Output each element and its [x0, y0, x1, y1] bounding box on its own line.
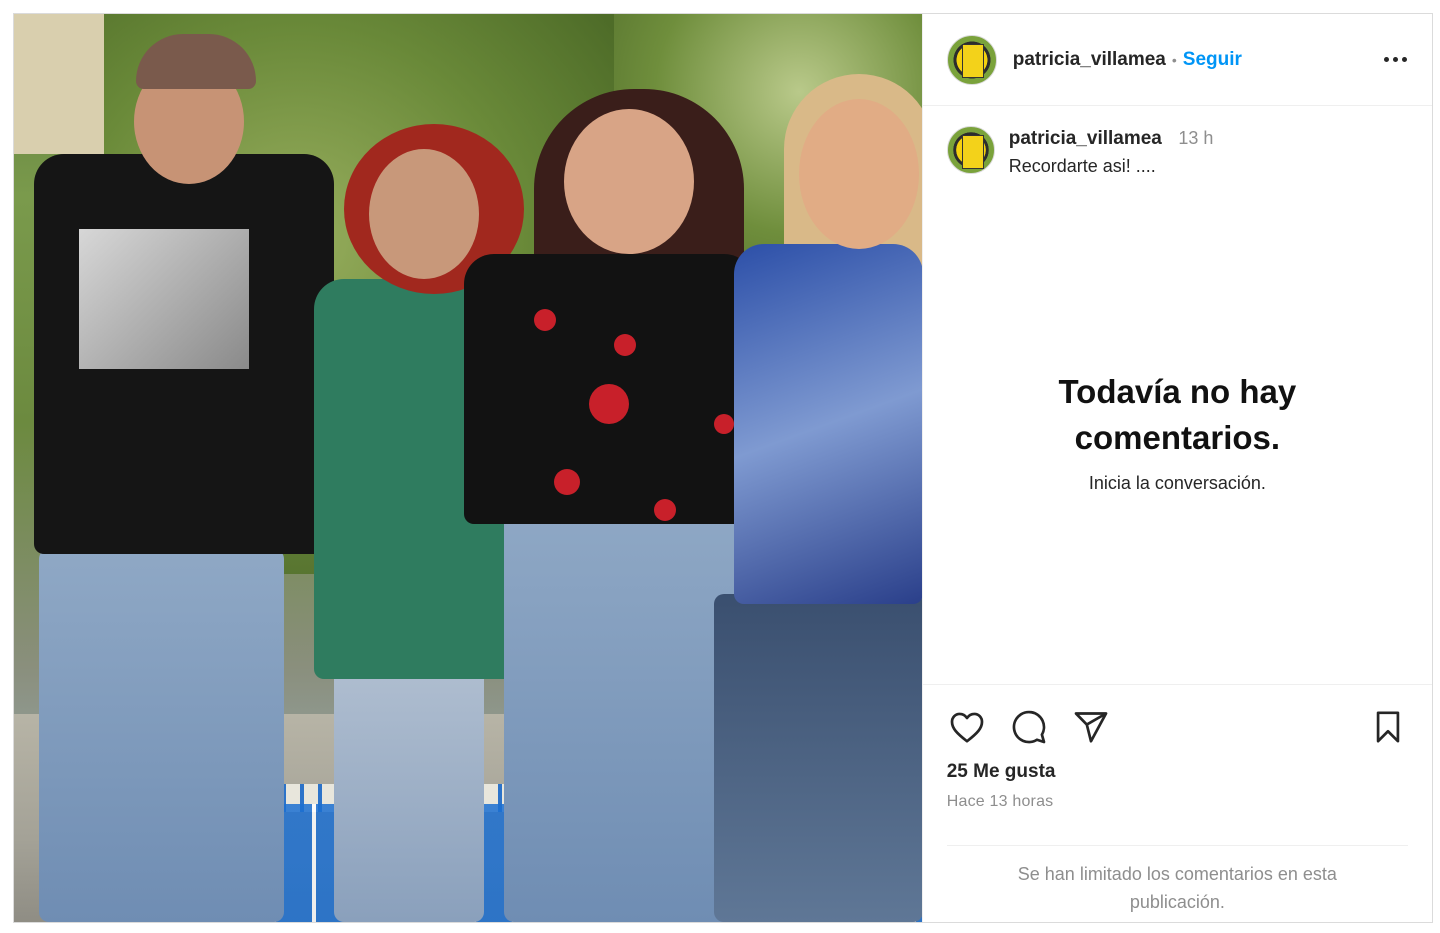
post-caption: patricia_villamea 13 h Recordarte asi! .…: [923, 106, 1432, 177]
action-bar: [923, 685, 1432, 749]
caption-time[interactable]: 13 h: [1178, 128, 1213, 148]
caption-text: Recordarte asi! ....: [1008, 156, 1156, 176]
post-modal: patricia_villamea • Seguir patricia_vill…: [13, 13, 1433, 923]
share-icon[interactable]: [1071, 707, 1111, 747]
caption-avatar[interactable]: [946, 126, 995, 174]
bookmark-icon[interactable]: [1368, 707, 1408, 747]
comment-icon[interactable]: [1009, 707, 1049, 747]
limited-notice-line-2: publicación.: [1129, 892, 1225, 912]
post-header: patricia_villamea • Seguir: [922, 14, 1432, 106]
post-sidebar: patricia_villamea • Seguir patricia_vill…: [921, 14, 1432, 922]
comments-limited-notice: Se han limitado los comentarios en esta …: [946, 845, 1408, 916]
follow-button[interactable]: Seguir: [1183, 49, 1242, 71]
limited-notice-line-1: Se han limitado los comentarios en esta: [1017, 864, 1337, 884]
empty-title-line-2: comentarios.: [1074, 419, 1281, 456]
likes-count[interactable]: 25 Me gusta: [923, 749, 1432, 783]
caption-username[interactable]: patricia_villamea: [1009, 128, 1162, 149]
empty-title-line-1: Todavía no hay: [1058, 373, 1297, 410]
heart-icon[interactable]: [947, 707, 987, 747]
photo-post: [14, 14, 104, 154]
post-timestamp[interactable]: Hace 13 horas: [923, 783, 1432, 811]
author-avatar[interactable]: [946, 34, 997, 85]
empty-comments: Todavía no hay comentarios. Inicia la co…: [923, 369, 1432, 494]
post-photo[interactable]: [14, 14, 922, 922]
separator-dot: •: [1171, 51, 1177, 68]
post-actions-section: 25 Me gusta Hace 13 horas: [922, 684, 1432, 811]
author-username[interactable]: patricia_villamea: [1013, 49, 1166, 71]
empty-comments-title: Todavía no hay comentarios.: [923, 369, 1432, 461]
empty-comments-subtitle: Inicia la conversación.: [1088, 473, 1266, 493]
more-options-icon[interactable]: [1380, 50, 1410, 70]
